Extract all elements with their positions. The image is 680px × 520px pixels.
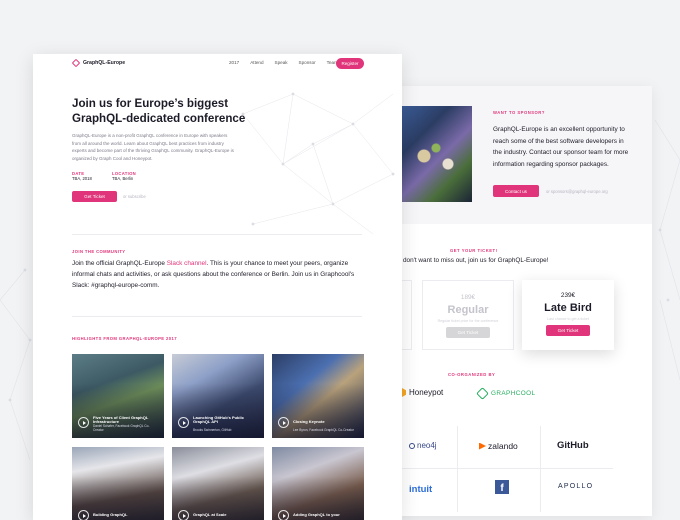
intuit-logo[interactable]: intuit [409,484,432,495]
sponsor-photo [400,106,472,202]
graphcool-mark-icon [476,387,489,400]
sponsor-email[interactable]: or sponsors@graphql-europe.org [546,189,608,194]
play-icon[interactable] [78,510,89,520]
thumbnail-overlay [272,447,364,520]
talk-card[interactable]: GraphQL at Scale [172,447,264,520]
tickets-eyebrow: GET YOUR TICKET! [450,248,498,253]
date-block: DATE TBA, 2018 [72,171,92,182]
nav-link-2017[interactable]: 2017 [229,60,239,65]
nav-link-speak[interactable]: Speak [275,60,288,65]
talk-card[interactable]: Five Years of Client GraphQL Infrastruct… [72,354,164,438]
location-value: TBA, Berlin [112,176,134,182]
grid-divider [457,426,458,512]
talk-title: Launching GitHub's Public GraphQL API [193,414,244,425]
home-page: GraphQL-Europe 2017 Attend Speak Sponsor… [33,54,402,520]
sponsor-logo-grid: neo4j zalando GitHub intuit f APOLLO [395,426,613,512]
apollo-logo[interactable]: APOLLO [558,483,593,490]
neo4j-logo[interactable]: neo4j [409,441,437,450]
zalando-logo[interactable]: zalando [479,441,518,451]
talk-speaker: Daniel Schafer, Facebook GraphQL Co-Crea… [93,424,150,433]
community-text: Join the official GraphQL-Europe Slack c… [72,259,362,291]
talk-speaker: Brooks Swinnerton, GitHub [193,428,232,433]
nav-link-sponsor[interactable]: Sponsor [299,60,316,65]
late-bird-name: Late Bird [544,302,592,314]
play-icon[interactable] [78,417,89,428]
sponsor-section: WANT TO SPONSOR? GraphQL-Europe is an ex… [380,86,652,224]
talk-card[interactable]: Launching GitHub's Public GraphQL API Br… [172,354,264,438]
slack-channel-link[interactable]: Slack channel [167,260,207,267]
honeypot-label: Honeypot [409,388,444,397]
regular-price: 189€ [460,294,476,301]
section-divider [72,316,362,317]
subscribe-link[interactable]: or subscribe [123,194,146,199]
hero-lead: GraphQL-Europe is a non-profit GraphQL c… [72,133,234,161]
talk-card[interactable]: Building GraphQL [72,447,164,520]
late-bird-note: Last chance to get a ticket [547,317,589,321]
regular-get-ticket-button[interactable]: Get Ticket [446,327,490,338]
zalando-icon [479,442,486,450]
sponsor-eyebrow: WANT TO SPONSOR? [493,110,545,115]
zalando-label: zalando [488,441,518,451]
tickets-intro: don't want to miss out, join us for Grap… [403,257,549,264]
talk-title: Adding GraphQL to your [293,512,340,518]
regular-note: Regular ticket price for the conference [437,319,499,323]
late-bird-get-ticket-button[interactable]: Get Ticket [546,325,590,336]
graphql-logo-icon[interactable] [71,58,81,68]
talk-speaker: Lee Byron, Facebook GraphQL Co-Creator [293,428,354,433]
nav-link-attend[interactable]: Attend [250,60,263,65]
regular-name: Regular [447,304,489,316]
section-divider [72,234,362,235]
date-value: TBA, 2018 [72,176,92,182]
play-icon[interactable] [278,417,289,428]
honeypot-logo[interactable]: Honeypot [398,388,443,397]
neo4j-icon [409,442,415,449]
thumbnail-overlay [172,447,264,520]
ticket-card-late-bird: 239€ Late Bird Last chance to get a tick… [522,280,614,350]
talk-title: Building GraphQL [93,512,128,518]
graphcool-label: GRAPHCOOL [491,390,536,397]
grid-divider [540,426,541,512]
talk-card[interactable]: Closing Keynote Lee Byron, Facebook Grap… [272,354,364,438]
community-text-start: Join the official GraphQL-Europe [72,260,167,267]
talk-card[interactable]: Adding GraphQL to your [272,447,364,520]
late-bird-price: 239€ [560,292,576,299]
ticket-card-regular: 189€ Regular Regular ticket price for th… [422,280,514,350]
play-icon[interactable] [178,417,189,428]
hero-title: Join us for Europe’s biggest GraphQL-ded… [72,97,246,125]
register-button[interactable]: Register [336,58,364,69]
sponsor-tickets-page: WANT TO SPONSOR? GraphQL-Europe is an ex… [380,86,652,516]
play-icon[interactable] [178,510,189,520]
community-eyebrow: JOIN THE COMMUNITY [72,249,126,254]
talk-title: Closing Keynote [293,419,325,425]
play-icon[interactable] [278,510,289,520]
thumbnail-overlay [72,447,164,520]
neo4j-label: neo4j [417,441,437,450]
top-nav: GraphQL-Europe 2017 Attend Speak Sponsor… [33,54,402,74]
facebook-logo[interactable]: f [495,480,509,494]
highlights-eyebrow: HIGHLIGHTS FROM GRAPHQL-EUROPE 2017 [72,336,177,341]
contact-us-button[interactable]: Contact us [493,185,539,197]
location-block: LOCATION TBA, Berlin [112,171,136,182]
github-logo[interactable]: GitHub [557,440,589,451]
brand-name[interactable]: GraphQL-Europe [83,60,125,66]
coorganized-eyebrow: CO-ORGANIZED BY [448,372,496,377]
grid-divider [395,468,613,469]
talk-title: GraphQL at Scale [193,512,227,518]
nav-links: 2017 Attend Speak Sponsor Team [229,60,338,65]
sponsor-text: GraphQL-Europe is an excellent opportuni… [493,126,629,168]
get-ticket-button[interactable]: Get Ticket [72,191,117,202]
graphcool-logo[interactable]: GRAPHCOOL [476,387,536,400]
